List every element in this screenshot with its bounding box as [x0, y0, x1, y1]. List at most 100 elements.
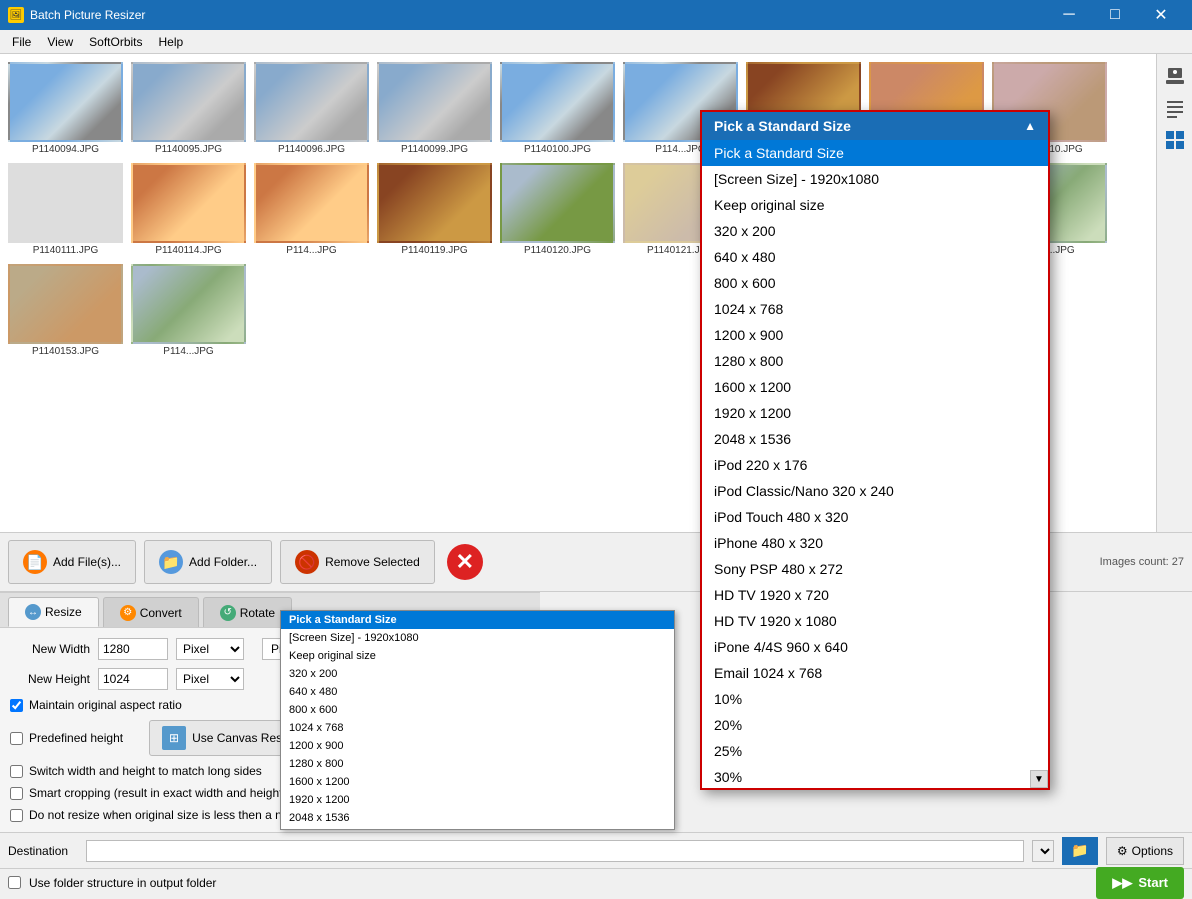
dropdown-item[interactable]: 1600 x 1200: [702, 374, 1048, 400]
dropdown-item[interactable]: 30%: [702, 764, 1048, 788]
destination-select[interactable]: [1032, 840, 1054, 862]
menu-file[interactable]: File: [4, 30, 39, 53]
dropdown-item[interactable]: iPone 4/4S 960 x 640: [702, 634, 1048, 660]
image-thumbnail: [377, 163, 492, 243]
small-dropdown-item[interactable]: 1920 x 1200: [281, 791, 674, 809]
dropdown-item[interactable]: iPod 220 x 176: [702, 452, 1048, 478]
canvas-resize-icon: ⊞: [162, 726, 186, 750]
menu-bar: File View SoftOrbits Help: [0, 30, 1192, 54]
small-dropdown-item[interactable]: 1280 x 800: [281, 755, 674, 773]
cancel-button[interactable]: ✕: [443, 540, 487, 584]
right-sidebar: [1156, 54, 1192, 532]
dropdown-item[interactable]: 20%: [702, 712, 1048, 738]
small-dropdown-item[interactable]: 2048 x 1536: [281, 809, 674, 827]
dropdown-item[interactable]: iPod Touch 480 x 320: [702, 504, 1048, 530]
dropdown-item[interactable]: 10%: [702, 686, 1048, 712]
image-label: P1140094.JPG: [32, 144, 99, 155]
add-files-button[interactable]: 📄 Add File(s)...: [8, 540, 136, 584]
add-files-label: Add File(s)...: [53, 555, 121, 569]
dropdown-item[interactable]: 25%: [702, 738, 1048, 764]
add-folder-icon: 📁: [159, 550, 183, 574]
tab-convert[interactable]: ⚙ Convert: [103, 597, 199, 627]
sidebar-person-icon[interactable]: [1161, 62, 1189, 90]
menu-view[interactable]: View: [39, 30, 81, 53]
image-item[interactable]: P1140100.JPG: [500, 62, 615, 155]
image-item[interactable]: P1140119.JPG: [377, 163, 492, 256]
remove-selected-button[interactable]: 🚫 Remove Selected: [280, 540, 435, 584]
image-item[interactable]: P1140095.JPG: [131, 62, 246, 155]
minimize-button[interactable]: ─: [1046, 0, 1092, 30]
sidebar-grid-icon[interactable]: [1161, 126, 1189, 154]
small-dropdown-item[interactable]: iPod 220 x 176: [281, 827, 674, 829]
dropdown-item[interactable]: Sony PSP 480 x 272: [702, 556, 1048, 582]
height-unit-select[interactable]: Pixel Percent cm mm inch: [176, 668, 244, 690]
switch-checkbox[interactable]: [10, 765, 23, 778]
dropdown-item[interactable]: 800 x 600: [702, 270, 1048, 296]
dropdown-item[interactable]: [Screen Size] - 1920x1080: [702, 166, 1048, 192]
small-dropdown-item[interactable]: Keep original size: [281, 647, 674, 665]
remove-selected-label: Remove Selected: [325, 555, 420, 569]
image-item[interactable]: P1140111.JPG: [8, 163, 123, 256]
image-item[interactable]: P1140096.JPG: [254, 62, 369, 155]
height-input[interactable]: [98, 668, 168, 690]
image-item[interactable]: P114...JPG: [131, 264, 246, 357]
add-folder-button[interactable]: 📁 Add Folder...: [144, 540, 272, 584]
smart-checkbox[interactable]: [10, 787, 23, 800]
options-button[interactable]: ⚙ Options: [1106, 837, 1184, 865]
small-dropdown-item[interactable]: 320 x 200: [281, 665, 674, 683]
title-bar: 🖼 Batch Picture Resizer ─ □ ✕: [0, 0, 1192, 30]
maximize-button[interactable]: □: [1092, 0, 1138, 30]
dropdown-item[interactable]: iPhone 480 x 320: [702, 530, 1048, 556]
start-button[interactable]: ▶▶ Start: [1096, 867, 1184, 899]
dropdown-item[interactable]: Email 1024 x 768: [702, 660, 1048, 686]
destination-input[interactable]: [86, 840, 1024, 862]
options-label: Options: [1132, 844, 1173, 858]
dropdown-item[interactable]: 1920 x 1200: [702, 400, 1048, 426]
image-thumbnail: [254, 163, 369, 243]
dropdown-item[interactable]: 1280 x 800: [702, 348, 1048, 374]
menu-softorbits[interactable]: SoftOrbits: [81, 30, 150, 53]
image-item[interactable]: P1140094.JPG: [8, 62, 123, 155]
small-dropdown-item[interactable]: 1024 x 768: [281, 719, 674, 737]
small-dropdown-item[interactable]: 1600 x 1200: [281, 773, 674, 791]
tab-rotate[interactable]: ↺ Rotate: [203, 597, 292, 627]
remove-icon: 🚫: [295, 550, 319, 574]
aspect-checkbox[interactable]: [10, 699, 23, 712]
width-unit-select[interactable]: Pixel Percent cm mm inch: [176, 638, 244, 660]
dropdown-item[interactable]: Pick a Standard Size: [702, 140, 1048, 166]
rotate-tab-icon: ↺: [220, 605, 236, 621]
dropdown-scroll-up[interactable]: ▲: [1024, 119, 1036, 133]
cancel-icon: ✕: [447, 544, 483, 580]
image-item[interactable]: P1140114.JPG: [131, 163, 246, 256]
image-item[interactable]: P1140120.JPG: [500, 163, 615, 256]
small-dropdown-item[interactable]: 1200 x 900: [281, 737, 674, 755]
small-dropdown-item[interactable]: 640 x 480: [281, 683, 674, 701]
image-item[interactable]: P114...JPG: [254, 163, 369, 256]
dropdown-item[interactable]: 320 x 200: [702, 218, 1048, 244]
destination-folder-button[interactable]: 📁: [1062, 837, 1098, 865]
dropdown-item[interactable]: HD TV 1920 x 1080: [702, 608, 1048, 634]
width-input[interactable]: [98, 638, 168, 660]
dropdown-item[interactable]: HD TV 1920 x 720: [702, 582, 1048, 608]
menu-help[interactable]: Help: [151, 30, 192, 53]
dropdown-scroll-down[interactable]: ▼: [1030, 770, 1048, 788]
predefined-checkbox[interactable]: [10, 732, 23, 745]
dropdown-item[interactable]: Keep original size: [702, 192, 1048, 218]
noresize-label: Do not resize when original size is less…: [29, 808, 321, 822]
dropdown-item[interactable]: 640 x 480: [702, 244, 1048, 270]
small-dropdown-item[interactable]: [Screen Size] - 1920x1080: [281, 629, 674, 647]
small-dropdown-item[interactable]: 800 x 600: [281, 701, 674, 719]
dropdown-item[interactable]: 1200 x 900: [702, 322, 1048, 348]
dropdown-scroll-arrows: ▲: [1024, 119, 1036, 133]
image-item[interactable]: P1140099.JPG: [377, 62, 492, 155]
tab-resize[interactable]: ↔ Resize: [8, 597, 99, 627]
dropdown-item[interactable]: 2048 x 1536: [702, 426, 1048, 452]
close-button[interactable]: ✕: [1138, 0, 1184, 30]
sidebar-list-icon[interactable]: [1161, 94, 1189, 122]
noresize-checkbox[interactable]: [10, 809, 23, 822]
folder-structure-checkbox[interactable]: [8, 876, 21, 889]
folder-browse-icon: 📁: [1071, 842, 1088, 859]
image-item[interactable]: P1140153.JPG: [8, 264, 123, 357]
dropdown-item[interactable]: 1024 x 768: [702, 296, 1048, 322]
dropdown-item[interactable]: iPod Classic/Nano 320 x 240: [702, 478, 1048, 504]
